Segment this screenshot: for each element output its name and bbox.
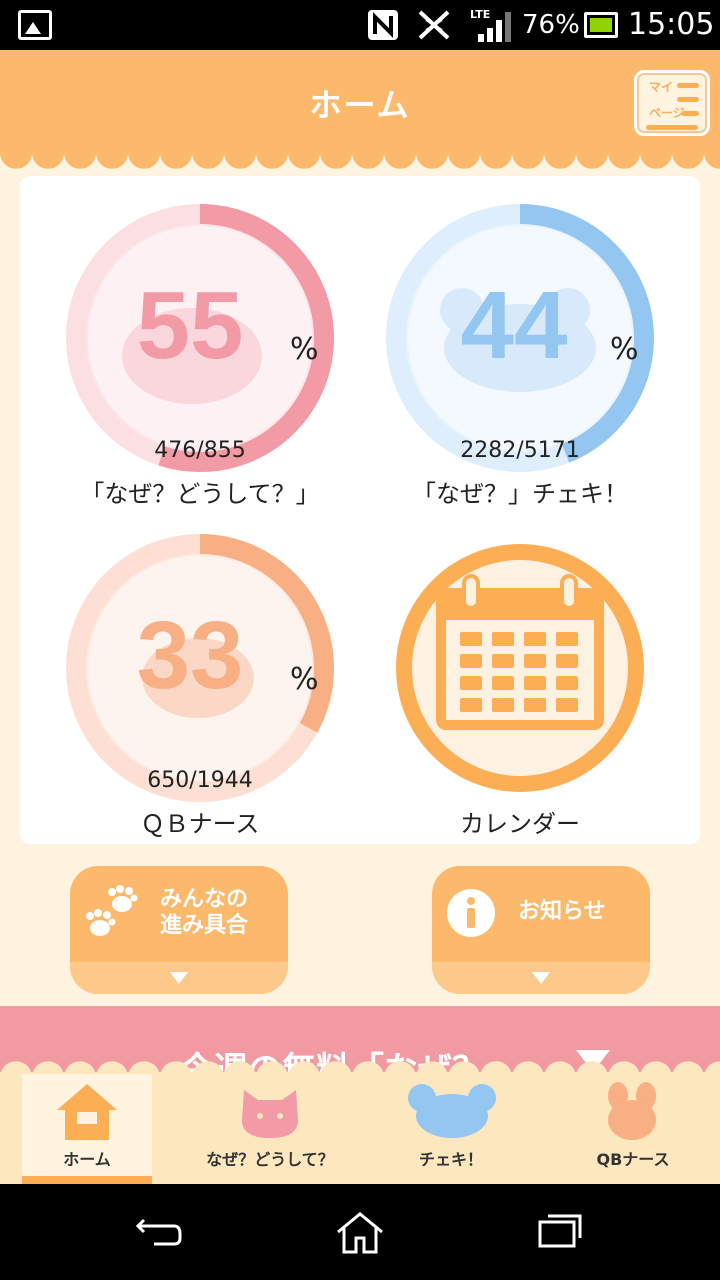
- progress-count: 650/1944: [147, 768, 253, 793]
- home-nav-icon[interactable]: [334, 1210, 386, 1254]
- tab-home[interactable]: ホーム: [22, 1074, 152, 1184]
- tile-label: 「なぜ？」チェキ！: [412, 480, 628, 508]
- signal-icon: LTE: [470, 8, 511, 42]
- tab-label: なぜ？どうして？: [206, 1150, 334, 1169]
- calendar-icon: [436, 574, 604, 730]
- chevron-down-icon: [170, 972, 188, 984]
- info-icon: [447, 889, 495, 937]
- calendar-ring: [396, 544, 644, 792]
- active-tab-indicator: [22, 1176, 152, 1184]
- tab-naze-doushite[interactable]: なぜ？どうして？: [204, 1074, 336, 1184]
- tab-cheki[interactable]: チェキ！: [386, 1074, 516, 1184]
- progress-count: 476/855: [154, 438, 246, 463]
- page-title: ホーム: [309, 86, 411, 124]
- menu-bar: [646, 125, 698, 130]
- tile-label: ＱＢナース: [140, 810, 260, 838]
- battery-percent: 76%: [522, 10, 580, 40]
- progress-count: 2282/5171: [460, 438, 580, 463]
- percent-unit: %: [290, 332, 319, 367]
- tile-naze-doushite[interactable]: 55 % 476/855 「なぜ？どうして？」: [40, 198, 360, 528]
- battery-icon: [584, 12, 618, 38]
- image-notification-icon: [18, 10, 52, 40]
- tile-calendar[interactable]: カレンダー: [360, 528, 680, 858]
- tile-label: 「なぜ？どうして？」: [80, 480, 320, 508]
- tile-naze-cheki[interactable]: 44 % 2282/5171 「なぜ？」チェキ！: [360, 198, 680, 528]
- chevron-down-icon: [532, 972, 550, 984]
- everyone-progress-line2: 進み具合: [160, 913, 249, 938]
- back-icon[interactable]: [134, 1210, 184, 1250]
- tile-label: カレンダー: [460, 810, 580, 838]
- percent-unit: %: [610, 332, 639, 367]
- everyone-progress-line1: みんなの: [160, 887, 249, 912]
- menu-bar: [681, 111, 699, 116]
- system-nav-bar: [0, 1184, 720, 1280]
- tab-qb-nurse[interactable]: QBナース: [568, 1074, 698, 1184]
- news-label: お知らせ: [518, 899, 606, 924]
- recent-apps-icon[interactable]: [536, 1210, 586, 1250]
- menu-bar: [677, 83, 699, 88]
- vibrate-mute-icon: [418, 10, 450, 40]
- tab-label: ホーム: [63, 1150, 111, 1169]
- mypage-menu-button[interactable]: マイ ページ: [634, 70, 710, 136]
- news-button[interactable]: お知らせ: [432, 866, 650, 994]
- rabbit-icon: [608, 1082, 656, 1140]
- percent-unit: %: [290, 662, 319, 697]
- clock: 15:05: [628, 7, 715, 42]
- cat-icon: [242, 1090, 298, 1138]
- everyone-progress-button[interactable]: みんなの 進み具合: [70, 866, 288, 994]
- nfc-icon: [368, 10, 398, 40]
- status-bar: LTE 76% 15:05: [0, 0, 720, 50]
- header-scallop-edge: [0, 148, 720, 169]
- progress-card: 55 % 476/855 「なぜ？どうして？」 44 % 2282/5171 「…: [20, 176, 700, 844]
- app-header: ホーム: [0, 50, 720, 154]
- menu-bar: [677, 97, 699, 102]
- home-icon: [57, 1084, 117, 1140]
- mypage-label-line1: マイ: [649, 80, 674, 94]
- tile-qb-nurse[interactable]: 33 % 650/1944 ＱＢナース: [40, 528, 360, 858]
- mypage-label-line2: ページ: [649, 106, 685, 120]
- svg-text:LTE: LTE: [470, 8, 490, 21]
- tab-label: チェキ！: [418, 1150, 483, 1169]
- cloud-character-icon: [408, 1084, 496, 1138]
- tab-label: QBナース: [596, 1150, 670, 1169]
- paw-print-icon: [86, 885, 138, 936]
